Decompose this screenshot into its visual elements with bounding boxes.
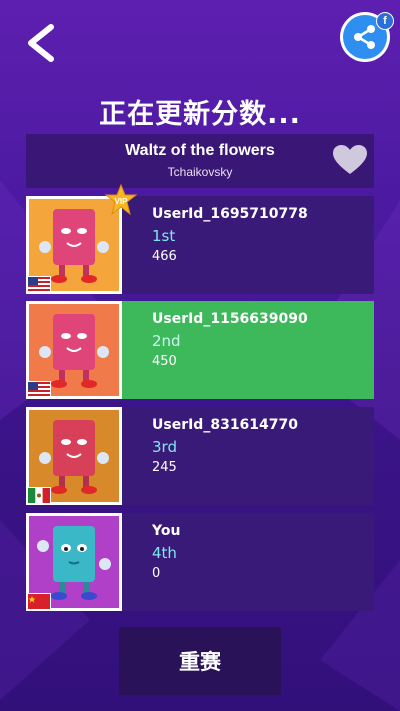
vip-star-badge: VIP [105,184,137,216]
song-info-card: Waltz of the flowers Tchaikovsky [26,134,374,188]
song-title: Waltz of the flowers [125,142,275,159]
score-value: 0 [152,566,161,581]
username: UserId_1156639090 [152,311,308,327]
username: You [152,523,181,539]
china-flag-icon [27,593,51,610]
leaderboard-row: You 4th 0 [26,513,374,611]
us-flag-icon [27,276,51,293]
page-title: 正在更新分数... [99,99,301,130]
leaderboard-row: UserId_1156639090 2nd 450 [26,301,374,399]
restart-button[interactable]: 重赛 [119,627,281,695]
back-button[interactable] [20,22,60,64]
favorite-heart-icon[interactable] [332,144,368,176]
rank-label: 3rd [152,438,177,456]
facebook-icon: f [376,12,394,30]
rank-label: 1st [152,227,176,245]
mexico-flag-icon [27,487,51,504]
score-value: 450 [152,354,177,369]
back-arrow-icon [28,24,54,62]
leaderboard-row: UserId_831614770 3rd 245 [26,407,374,505]
share-icon [354,25,375,49]
username: UserId_831614770 [152,417,299,433]
us-flag-icon [27,381,51,398]
rank-label: 4th [152,544,177,562]
score-value: 466 [152,249,177,264]
score-value: 245 [152,460,177,475]
username: UserId_1695710778 [152,206,308,222]
song-artist: Tchaikovsky [167,165,233,179]
rank-label: 2nd [152,332,181,350]
vip-label: VIP [115,197,129,206]
leaderboard-row: UserId_1695710778 1st 466 [26,196,374,294]
